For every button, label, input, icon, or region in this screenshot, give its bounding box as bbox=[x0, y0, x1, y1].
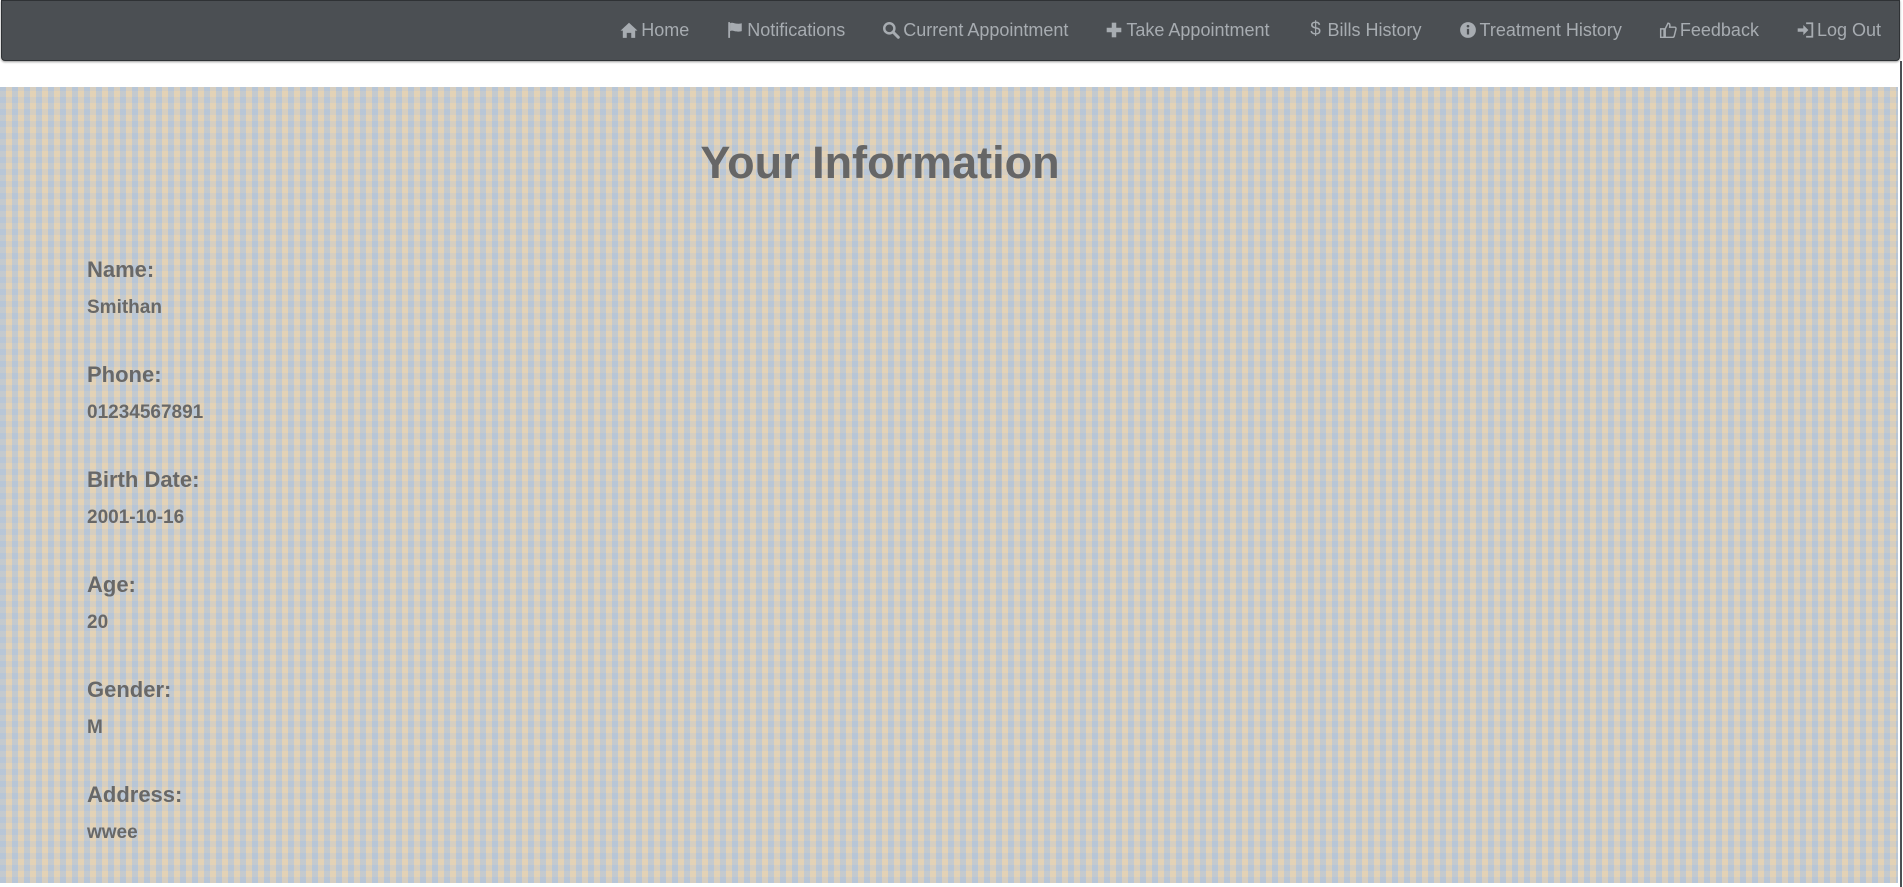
nav-current-appointment[interactable]: Current Appointment bbox=[882, 20, 1068, 41]
page-edge-divider bbox=[1900, 61, 1902, 887]
info-age-label: Age: bbox=[87, 572, 136, 597]
info-birth-date: Birth Date: 2001-10-16 bbox=[87, 467, 203, 572]
nav-bills-history-label: Bills History bbox=[1327, 19, 1422, 40]
page-title: Your Information bbox=[700, 137, 1060, 188]
info-name: Name: Smithan bbox=[87, 257, 203, 362]
info-address-value: wwee bbox=[87, 822, 138, 843]
home-icon bbox=[620, 21, 638, 39]
log-out-icon bbox=[1796, 21, 1814, 39]
info-phone-label: Phone: bbox=[87, 362, 162, 387]
info-birth-date-label: Birth Date: bbox=[87, 467, 200, 492]
user-info-list: Name: Smithan Phone: 01234567891 Birth D… bbox=[87, 257, 203, 887]
info-gender-value: M bbox=[87, 717, 103, 738]
nav-home[interactable]: Home bbox=[620, 20, 689, 41]
nav-menu: Home Notifications Current Appointment T… bbox=[583, 1, 1881, 59]
info-name-label: Name: bbox=[87, 257, 155, 282]
dollar-icon: $ bbox=[1310, 19, 1321, 40]
info-birth-date-value: 2001-10-16 bbox=[87, 507, 185, 528]
nav-take-appointment[interactable]: Take Appointment bbox=[1105, 19, 1270, 41]
nav-treatment-history[interactable]: Treatment History bbox=[1459, 20, 1622, 41]
info-age-value: 20 bbox=[87, 612, 109, 633]
nav-home-label: Home bbox=[641, 19, 690, 40]
nav-notifications[interactable]: Notifications bbox=[726, 20, 845, 41]
info-phone: Phone: 01234567891 bbox=[87, 362, 203, 467]
nav-log-out[interactable]: Log Out bbox=[1796, 20, 1881, 41]
info-phone-value: 01234567891 bbox=[87, 402, 204, 423]
main-content: Your Information Name: Smithan Phone: 01… bbox=[0, 87, 1898, 883]
nav-log-out-label: Log Out bbox=[1816, 19, 1881, 40]
info-gender-label: Gender: bbox=[87, 677, 172, 702]
nav-take-appointment-label: Take Appointment bbox=[1126, 19, 1270, 40]
nav-notifications-label: Notifications bbox=[747, 19, 846, 40]
info-age: Age: 20 bbox=[87, 572, 203, 677]
thumbs-up-icon bbox=[1659, 21, 1677, 39]
info-name-value: Smithan bbox=[87, 297, 162, 318]
info-address-label: Address: bbox=[87, 782, 183, 807]
nav-current-appointment-label: Current Appointment bbox=[903, 19, 1069, 40]
nav-feedback-label: Feedback bbox=[1679, 19, 1759, 40]
top-navbar: Home Notifications Current Appointment T… bbox=[1, 0, 1900, 61]
flag-icon bbox=[726, 21, 744, 39]
nav-bills-history[interactable]: $ Bills History bbox=[1307, 19, 1422, 41]
search-icon bbox=[882, 21, 901, 39]
info-gender: Gender: M bbox=[87, 677, 203, 782]
nav-feedback[interactable]: Feedback bbox=[1659, 20, 1759, 41]
info-icon bbox=[1459, 21, 1477, 39]
plus-icon bbox=[1105, 21, 1123, 39]
info-address: Address: wwee bbox=[87, 782, 203, 887]
nav-treatment-history-label: Treatment History bbox=[1479, 19, 1622, 40]
